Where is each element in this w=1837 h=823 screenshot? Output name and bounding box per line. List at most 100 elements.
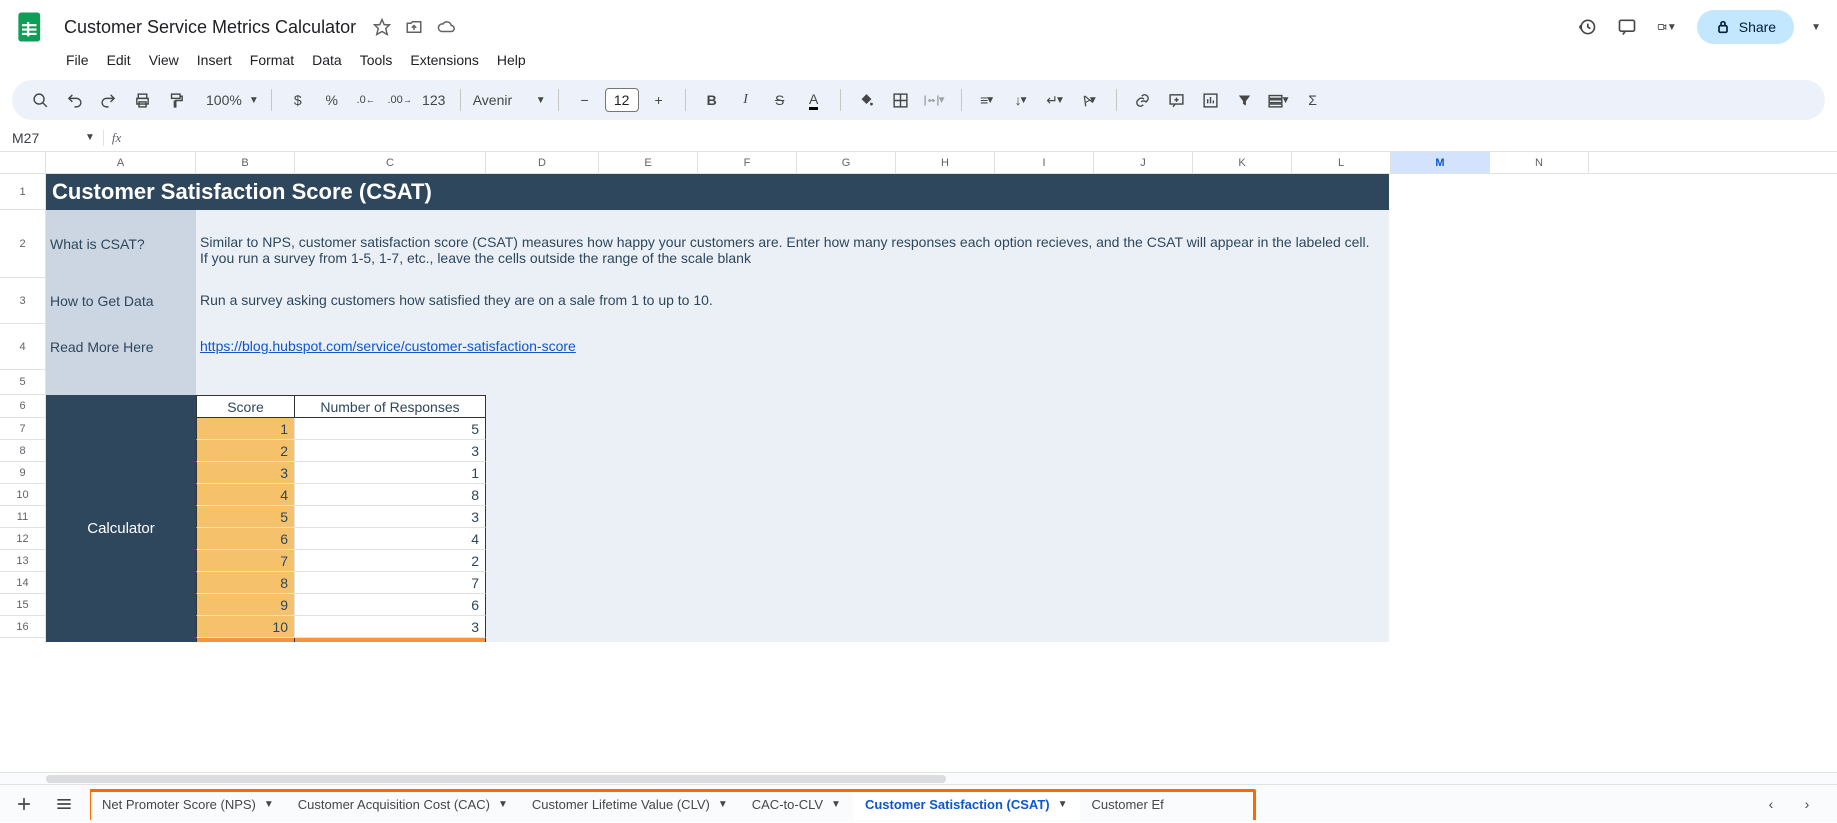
row-header-17[interactable]: 17	[0, 638, 45, 642]
number-format[interactable]: 123	[420, 86, 448, 114]
all-sheets-button[interactable]	[46, 786, 82, 822]
borders-icon[interactable]	[887, 86, 915, 114]
row-header-4[interactable]: 4	[0, 324, 45, 370]
score-cell[interactable]: 3	[196, 462, 295, 484]
print-icon[interactable]	[128, 86, 156, 114]
col-header-F[interactable]: F	[698, 152, 797, 173]
tab-dropdown-icon[interactable]: ▼	[264, 799, 274, 810]
strikethrough-icon[interactable]: S	[766, 86, 794, 114]
history-icon[interactable]	[1577, 17, 1597, 37]
response-cell[interactable]: 7	[295, 572, 486, 594]
score-cell[interactable]: 8	[196, 572, 295, 594]
text-what-is-csat[interactable]: Similar to NPS, customer satisfaction sc…	[200, 234, 1380, 266]
increase-font-icon[interactable]: +	[645, 86, 673, 114]
calculator-label[interactable]: Calculator	[46, 395, 196, 642]
col-header-J[interactable]: J	[1094, 152, 1193, 173]
filter-icon[interactable]	[1231, 86, 1259, 114]
comment-icon[interactable]	[1617, 17, 1637, 37]
total-label[interactable]: Total	[196, 638, 295, 642]
h-align-icon[interactable]: ≡▼	[974, 86, 1002, 114]
row-header-11[interactable]: 11	[0, 506, 45, 528]
header-score[interactable]: Score	[196, 395, 295, 418]
row-header-9[interactable]: 9	[0, 462, 45, 484]
h-scrollbar[interactable]	[0, 773, 1837, 785]
font-size-input[interactable]: 12	[605, 88, 639, 112]
link-read-more[interactable]: https://blog.hubspot.com/service/custome…	[200, 338, 576, 354]
insert-chart-icon[interactable]	[1197, 86, 1225, 114]
menu-insert[interactable]: Insert	[189, 48, 240, 72]
row-header-2[interactable]: 2	[0, 210, 45, 278]
score-cell[interactable]: 9	[196, 594, 295, 616]
label-read-more[interactable]: Read More Here	[46, 324, 196, 370]
decrease-font-icon[interactable]: −	[571, 86, 599, 114]
tab-scroll-left-icon[interactable]: ‹	[1757, 790, 1785, 818]
total-value[interactable]: 42	[295, 638, 486, 642]
rotate-icon[interactable]: A▼	[1076, 86, 1104, 114]
tab-dropdown-icon[interactable]: ▼	[498, 799, 508, 810]
row-header-15[interactable]: 15	[0, 594, 45, 616]
score-cell[interactable]: 4	[196, 484, 295, 506]
header-responses[interactable]: Number of Responses	[295, 395, 486, 418]
col-header-M[interactable]: M	[1391, 152, 1490, 173]
move-icon[interactable]	[404, 17, 424, 37]
menu-format[interactable]: Format	[242, 48, 302, 72]
decrease-decimal-icon[interactable]: .0←	[352, 86, 380, 114]
paint-format-icon[interactable]	[162, 86, 190, 114]
sheet-tab-4[interactable]: Customer Satisfaction (CSAT)▼	[853, 789, 1080, 820]
col-header-H[interactable]: H	[896, 152, 995, 173]
col-header-C[interactable]: C	[295, 152, 486, 173]
font-dropdown-icon[interactable]: ▼	[536, 95, 546, 106]
text-color-icon[interactable]: A	[800, 86, 828, 114]
row-header-8[interactable]: 8	[0, 440, 45, 462]
v-align-icon[interactable]: ↓▼	[1008, 86, 1036, 114]
merge-icon[interactable]: ▼	[921, 86, 949, 114]
meet-icon[interactable]: ▼	[1657, 17, 1677, 37]
text-how-to-get[interactable]: Run a survey asking customers how satisf…	[200, 292, 713, 308]
col-header-E[interactable]: E	[599, 152, 698, 173]
sheet-tab-1[interactable]: Customer Acquisition Cost (CAC)▼	[286, 789, 520, 820]
row-header-5[interactable]: 5	[0, 370, 45, 395]
response-cell[interactable]: 1	[295, 462, 486, 484]
sheet-tab-0[interactable]: Net Promoter Score (NPS)▼	[90, 789, 286, 820]
redo-icon[interactable]	[94, 86, 122, 114]
menu-edit[interactable]: Edit	[99, 48, 139, 72]
row-header-16[interactable]: 16	[0, 616, 45, 638]
filter-views-icon[interactable]: ▼	[1265, 86, 1293, 114]
row-header-1[interactable]: 1	[0, 174, 45, 210]
share-button[interactable]: Share	[1697, 10, 1794, 44]
tab-dropdown-icon[interactable]: ▼	[831, 799, 841, 810]
score-cell[interactable]: 2	[196, 440, 295, 462]
menu-file[interactable]: File	[58, 48, 97, 72]
response-cell[interactable]: 3	[295, 506, 486, 528]
tab-dropdown-icon[interactable]: ▼	[1058, 799, 1068, 810]
functions-icon[interactable]: Σ	[1299, 86, 1327, 114]
menu-tools[interactable]: Tools	[352, 48, 401, 72]
col-header-D[interactable]: D	[486, 152, 599, 173]
sheets-logo[interactable]	[10, 7, 50, 47]
col-header-G[interactable]: G	[797, 152, 896, 173]
share-dropdown-icon[interactable]: ▼	[1811, 22, 1821, 33]
wrap-icon[interactable]: ↵▼	[1042, 86, 1070, 114]
row-header-10[interactable]: 10	[0, 484, 45, 506]
row-header-6[interactable]: 6	[0, 395, 45, 418]
response-cell[interactable]: 4	[295, 528, 486, 550]
star-icon[interactable]	[372, 17, 392, 37]
score-cell[interactable]: 5	[196, 506, 295, 528]
response-cell[interactable]: 3	[295, 616, 486, 638]
menu-data[interactable]: Data	[304, 48, 350, 72]
col-header-L[interactable]: L	[1292, 152, 1391, 173]
namebox-dropdown-icon[interactable]: ▼	[85, 132, 95, 143]
col-header-K[interactable]: K	[1193, 152, 1292, 173]
name-box[interactable]: M27	[6, 130, 80, 146]
search-icon[interactable]	[26, 86, 54, 114]
sheet-tab-2[interactable]: Customer Lifetime Value (CLV)▼	[520, 789, 740, 820]
score-cell[interactable]: 10	[196, 616, 295, 638]
link-icon[interactable]	[1129, 86, 1157, 114]
row-header-14[interactable]: 14	[0, 572, 45, 594]
page-title[interactable]: Customer Satisfaction Score (CSAT)	[46, 174, 1389, 210]
sheet-tab-3[interactable]: CAC-to-CLV▼	[740, 789, 853, 820]
italic-icon[interactable]: I	[732, 86, 760, 114]
menu-view[interactable]: View	[141, 48, 187, 72]
col-header-A[interactable]: A	[46, 152, 196, 173]
bold-icon[interactable]: B	[698, 86, 726, 114]
